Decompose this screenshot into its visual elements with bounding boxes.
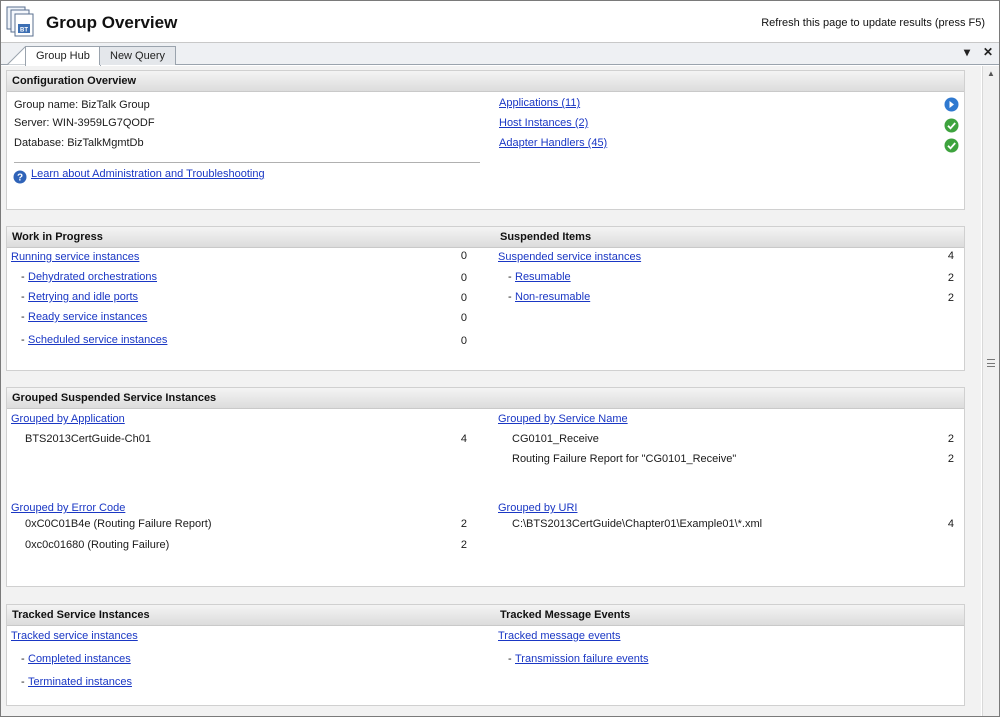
tab-new-query[interactable]: New Query: [99, 46, 177, 65]
tracked-service-instances-link[interactable]: Tracked service instances: [11, 630, 138, 642]
terminated-instances-link[interactable]: Terminated instances: [28, 676, 132, 688]
panel-header: Tracked Service Instances Tracked Messag…: [7, 605, 964, 626]
resumable-count: 2: [947, 272, 954, 284]
divider: [14, 162, 480, 163]
database-text: Database: BizTalkMgmtDb: [14, 137, 144, 149]
resumable-link[interactable]: Resumable: [515, 271, 571, 283]
tracked-messages-title: Tracked Message Events: [500, 609, 631, 621]
group-name-text: Group name: BizTalk Group: [14, 99, 150, 111]
grouped-by-application-link[interactable]: Grouped by Application: [11, 413, 125, 425]
suspended-instances-link[interactable]: Suspended service instances: [498, 251, 641, 263]
adapter-handlers-link[interactable]: Adapter Handlers (45): [499, 137, 607, 149]
grouped-by-uri-link[interactable]: Grouped by URI: [498, 502, 577, 514]
configuration-overview-panel: Configuration Overview Group name: BizTa…: [6, 70, 965, 210]
list-bullet-dash: -: [21, 291, 25, 303]
ready-count: 0: [460, 312, 467, 324]
scroll-thumb-grip[interactable]: [987, 359, 995, 367]
title-bar: BT Group Overview Refresh this page to u…: [1, 1, 999, 43]
svg-text:BT: BT: [20, 28, 28, 34]
suspended-items-title: Suspended Items: [500, 231, 592, 243]
list-bullet-dash: -: [21, 271, 25, 283]
scheduled-count: 0: [460, 335, 467, 347]
application-row-name: BTS2013CertGuide-Ch01: [25, 433, 151, 445]
grouped-by-service-link[interactable]: Grouped by Service Name: [498, 413, 628, 425]
ok-check-icon: [944, 138, 959, 153]
completed-instances-link[interactable]: Completed instances: [28, 653, 131, 665]
list-bullet-dash: -: [508, 291, 512, 303]
host-instances-link[interactable]: Host Instances (2): [499, 117, 588, 129]
error-row-count: 2: [460, 539, 467, 551]
work-in-progress-title: Work in Progress: [12, 231, 103, 243]
vertical-scrollbar[interactable]: ▲: [982, 66, 999, 716]
panel-header: Configuration Overview: [7, 71, 964, 92]
non-resumable-link[interactable]: Non-resumable: [515, 291, 590, 303]
list-bullet-dash: -: [21, 676, 25, 688]
tracked-message-events-link[interactable]: Tracked message events: [498, 630, 620, 642]
info-arrow-icon[interactable]: [944, 97, 959, 112]
applications-link[interactable]: Applications (11): [499, 97, 580, 109]
list-bullet-dash: -: [508, 653, 512, 665]
service-row-count: 2: [947, 453, 954, 465]
grouped-by-error-link[interactable]: Grouped by Error Code: [11, 502, 125, 514]
panel-title: Grouped Suspended Service Instances: [12, 392, 217, 404]
uri-row-name: C:\BTS2013CertGuide\Chapter01\Example01\…: [512, 518, 763, 530]
service-row-name: CG0101_Receive: [512, 433, 599, 445]
running-count: 0: [460, 250, 467, 262]
application-row-count: 4: [460, 433, 467, 445]
learn-admin-link[interactable]: Learn about Administration and Troublesh…: [31, 168, 265, 180]
dehydrated-orchestrations-link[interactable]: Dehydrated orchestrations: [28, 271, 157, 283]
tab-group-hub[interactable]: Group Hub: [25, 46, 101, 66]
running-instances-link[interactable]: Running service instances: [11, 251, 139, 263]
list-bullet-dash: -: [21, 311, 25, 323]
transmission-failure-events-link[interactable]: Transmission failure events: [515, 653, 648, 665]
error-row-count: 2: [460, 518, 467, 530]
scroll-up-icon[interactable]: ▲: [983, 66, 999, 82]
list-bullet-dash: -: [21, 653, 25, 665]
biztalk-app-icon: BT: [6, 6, 34, 37]
retrying-idle-ports-link[interactable]: Retrying and idle ports: [28, 291, 138, 303]
svg-text:?: ?: [17, 173, 23, 184]
error-row-name: 0xc0c01680 (Routing Failure): [25, 539, 170, 551]
scheduled-instances-link[interactable]: Scheduled service instances: [28, 334, 167, 346]
dehydrated-count: 0: [460, 272, 467, 284]
tab-strip: Group Hub New Query ▾ ✕: [1, 43, 999, 66]
list-bullet-dash: -: [21, 334, 25, 346]
grouped-suspended-panel: Grouped Suspended Service Instances Grou…: [6, 387, 965, 587]
tab-dropdown-icon[interactable]: ▾: [964, 45, 970, 59]
panel-header: Work in Progress Suspended Items: [7, 227, 964, 248]
work-suspended-panel: Work in Progress Suspended Items Running…: [6, 226, 965, 371]
close-icon[interactable]: ✕: [983, 45, 993, 59]
help-icon: ?: [13, 170, 27, 184]
suspended-count: 4: [947, 250, 954, 262]
panel-title: Configuration Overview: [12, 75, 137, 87]
non-resumable-count: 2: [947, 292, 954, 304]
page-title: Group Overview: [46, 13, 178, 32]
refresh-hint: Refresh this page to update results (pre…: [761, 17, 985, 29]
tab-slant-decoration: [7, 46, 27, 65]
tracked-services-title: Tracked Service Instances: [12, 609, 150, 621]
server-text: Server: WIN-3959LG7QODF: [14, 117, 155, 129]
ok-check-icon: [944, 118, 959, 133]
retrying-count: 0: [460, 292, 467, 304]
list-bullet-dash: -: [508, 271, 512, 283]
service-row-count: 2: [947, 433, 954, 445]
uri-row-count: 4: [947, 518, 954, 530]
service-row-name: Routing Failure Report for "CG0101_Recei…: [512, 453, 737, 465]
panel-header: Grouped Suspended Service Instances: [7, 388, 964, 409]
error-row-name: 0xC0C01B4e (Routing Failure Report): [25, 518, 212, 530]
tracked-panel: Tracked Service Instances Tracked Messag…: [6, 604, 965, 706]
ready-instances-link[interactable]: Ready service instances: [28, 311, 147, 323]
